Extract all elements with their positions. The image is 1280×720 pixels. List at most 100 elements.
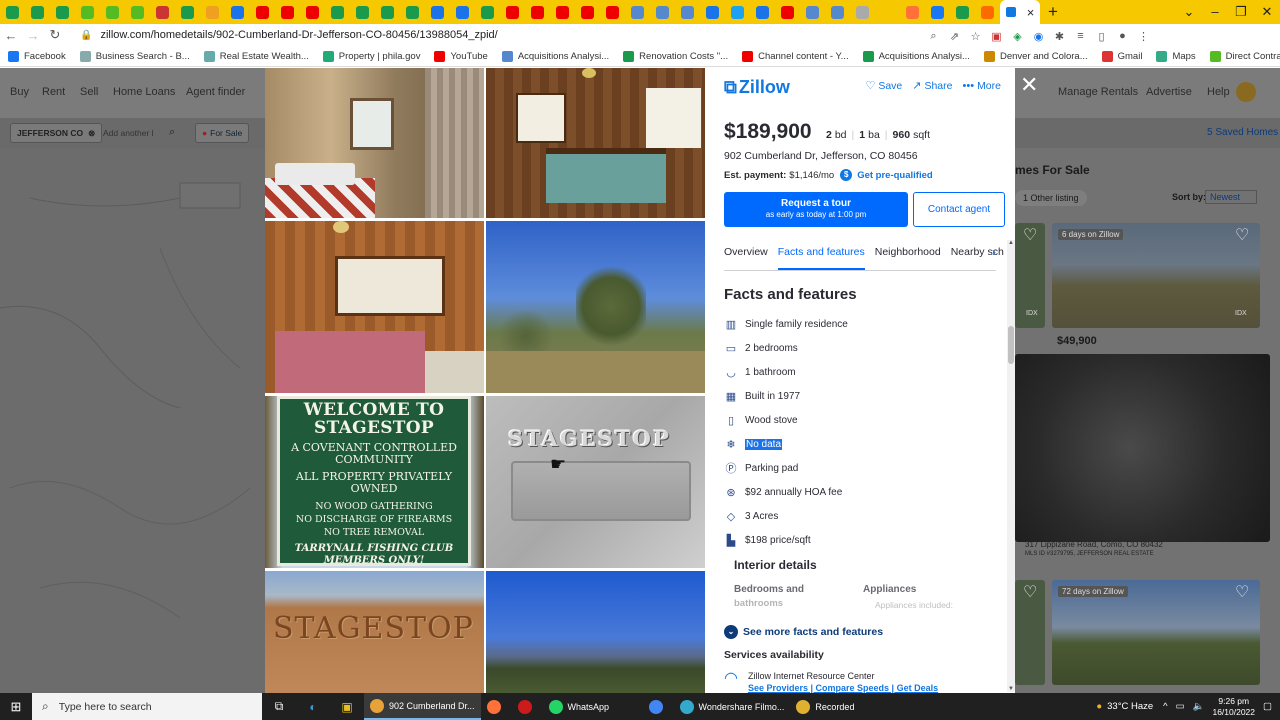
tab-favicon-icon[interactable] [975,0,1000,24]
nav-sell[interactable]: Sell [80,86,98,98]
land-photo[interactable] [486,221,705,393]
avatar[interactable]: ● [1112,30,1133,42]
nav-home-loans[interactable]: Home Loans [113,86,175,98]
extension-icon[interactable]: ◉ [1028,30,1049,43]
bookmark-item[interactable]: Channel content - Y... [742,50,849,62]
tab-favicon-icon[interactable] [100,0,125,24]
address-bar[interactable]: 🔒 zillow.com/homedetails/902-Cumberland-… [74,25,1149,45]
nav-rent[interactable]: Rent [42,86,65,98]
tab-favicon-icon[interactable] [75,0,100,24]
tab-neighborhood[interactable]: Neighborhood [875,240,941,270]
tab-favicon-icon[interactable] [275,0,300,24]
extension-icon[interactable]: ◈ [1007,30,1028,43]
bathroom-photo[interactable] [265,68,484,218]
extension-icon[interactable]: ▣ [986,30,1007,43]
avatar[interactable] [1236,82,1256,102]
welcome-sign-photo[interactable]: WELCOME TO STAGESTOP A COVENANT CONTROLL… [265,396,484,568]
tab-favicon-icon[interactable] [825,0,850,24]
bedroom-photo[interactable] [486,68,705,218]
bookmark-item[interactable]: Business Search - B... [79,50,190,62]
bookmark-item[interactable]: Direct Contracts - U... [1209,50,1280,62]
zillow-logo[interactable]: ⧉ Zillow [724,77,790,98]
restore-button[interactable]: ❐ [1228,0,1254,24]
forward-button[interactable]: → [22,28,44,43]
tab-favicon-icon[interactable] [925,0,950,24]
nav-help[interactable]: Help [1207,86,1230,98]
tab-favicon-icon[interactable] [625,0,650,24]
clock[interactable]: 9:26 pm 16/10/2022 [1212,696,1255,718]
heart-icon[interactable]: ♡ [1023,585,1041,601]
scroll-down-icon[interactable]: ▼ [1007,686,1015,692]
tab-favicon-icon[interactable] [425,0,450,24]
tab-favicon-icon[interactable] [550,0,575,24]
tab-favicon-icon[interactable] [475,0,500,24]
bookmark-item[interactable]: Gmail [1101,50,1142,62]
tab-favicon-icon[interactable] [675,0,700,24]
tab-favicon-icon[interactable] [500,0,525,24]
add-location-input[interactable]: Add another l [97,123,162,143]
tab-favicon-icon[interactable] [750,0,775,24]
task-view-icon[interactable]: ⧉ [262,699,296,714]
taskbar-search[interactable]: ⌕ Type here to search [32,693,262,720]
taskbar-app[interactable] [512,693,543,720]
more-button[interactable]: ••• More [963,79,1002,92]
tab-favicon-icon[interactable] [0,0,25,24]
heart-icon[interactable]: ♡ [1235,228,1253,244]
other-listing-chip[interactable]: 1 Other listing [1015,190,1087,206]
tab-favicon-icon[interactable] [125,0,150,24]
new-tab-button[interactable]: + [1040,2,1066,22]
est-payment-value[interactable]: $1,146/mo [789,170,834,181]
weather-text[interactable]: 33°C Haze [1107,701,1153,712]
chevron-down-icon[interactable]: ⌄ [1176,0,1202,24]
tab-overview[interactable]: Overview [724,240,768,270]
request-tour-button[interactable]: Request a tour as early as today at 1:00… [724,192,908,227]
tab-favicon-icon[interactable] [25,0,50,24]
photo-gallery[interactable]: WELCOME TO STAGESTOP A COVENANT CONTROLL… [265,68,705,693]
share-button[interactable]: ↗ Share [912,79,952,93]
tab-favicon-icon[interactable] [175,0,200,24]
tab-favicon-icon[interactable] [800,0,825,24]
nav-buy[interactable]: Buy [10,86,29,98]
tab-favicon-icon[interactable] [875,0,900,24]
tab-favicon-icon[interactable] [225,0,250,24]
share-icon[interactable]: ⇗ [944,30,965,43]
plaque-photo[interactable]: STAGESTOP ☛ [486,396,705,568]
nav-agent-finder[interactable]: Agent finder [186,86,245,98]
heart-icon[interactable]: ♡ [1235,585,1253,601]
second-bedroom-photo[interactable] [265,221,484,393]
service-links[interactable]: See Providers | Compare Speeds | Get Dea… [748,683,938,693]
bookmark-item[interactable]: YouTube [434,50,488,62]
bookmark-item[interactable]: Acquisitions Analysi... [501,50,609,62]
nav-advertise[interactable]: Advertise [1146,86,1192,98]
tab-favicon-icon[interactable] [600,0,625,24]
taskbar-app[interactable] [643,693,674,720]
tab-close-icon[interactable]: × [1027,5,1035,20]
reload-button[interactable]: ↻ [44,27,66,43]
network-icon[interactable]: ▭ [1176,701,1185,712]
chevron-up-icon[interactable]: ^ [1163,701,1167,712]
sidebar-icon[interactable]: ▯ [1091,30,1112,43]
location-chip[interactable]: JEFFERSON CO ⊗ [10,123,103,143]
tab-favicon-icon[interactable] [575,0,600,24]
tab-favicon-icon[interactable] [775,0,800,24]
mountain-photo[interactable] [486,571,705,693]
taskbar-app[interactable] [481,693,512,720]
for-sale-filter[interactable]: ● For Sale [195,123,250,143]
search-icon[interactable]: ⌕ [923,30,944,43]
tab-facts-and-features[interactable]: Facts and features [777,240,865,270]
save-button[interactable]: ♡ Save [865,79,902,93]
notes-icon[interactable]: ▣ [330,700,364,714]
tab-favicon-icon[interactable] [350,0,375,24]
tab-favicon-icon[interactable] [400,0,425,24]
scrollbar-thumb[interactable] [1008,326,1014,364]
see-more-facts-button[interactable]: ⌄ See more facts and features [724,625,883,639]
bookmark-item[interactable]: Facebook [8,50,66,62]
bookmark-item[interactable]: Renovation Costs "... [623,50,728,62]
listing-price[interactable]: $49,900 [1057,335,1097,347]
bookmark-item[interactable]: Real Estate Wealth... [203,50,309,62]
windows-start-icon[interactable]: ⊞ [0,699,32,715]
tab-favicon-icon[interactable] [700,0,725,24]
tab-favicon-icon[interactable] [200,0,225,24]
tab-favicon-icon[interactable] [525,0,550,24]
tab-favicon-icon[interactable] [50,0,75,24]
